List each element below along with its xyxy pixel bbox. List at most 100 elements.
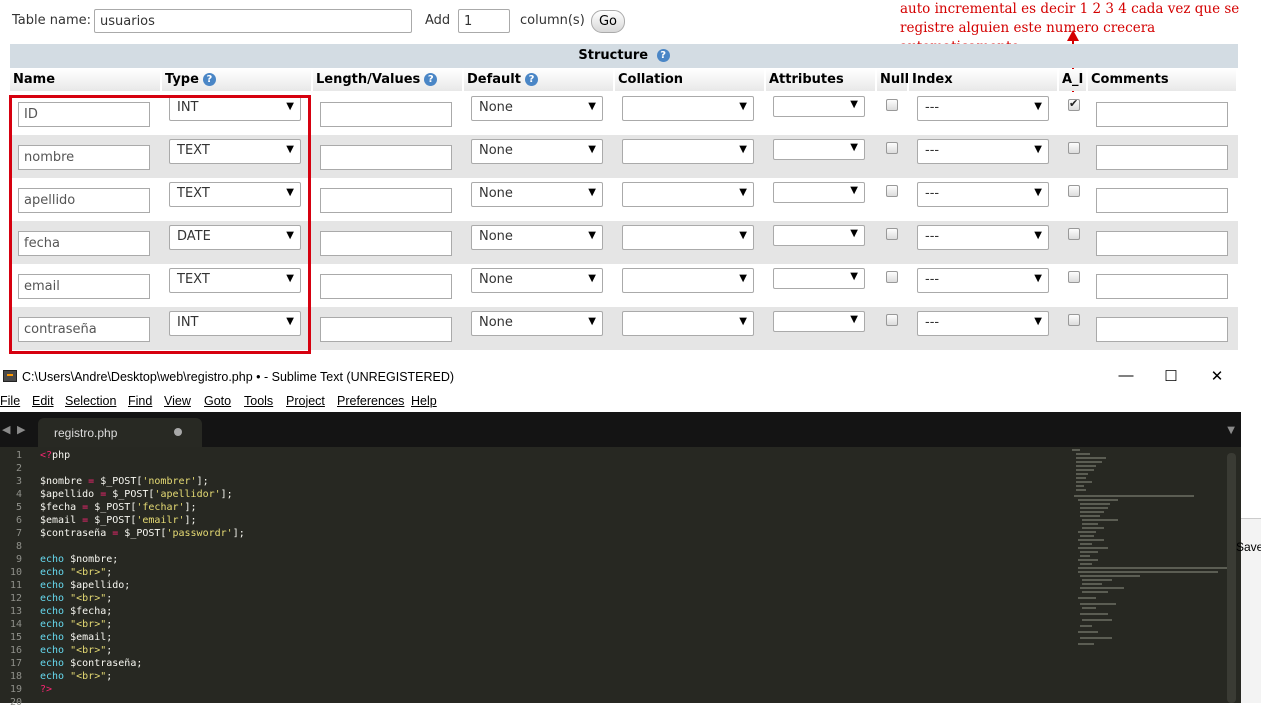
- null-checkbox[interactable]: [886, 228, 898, 240]
- menu-find[interactable]: Find: [128, 394, 152, 408]
- null-checkbox[interactable]: [886, 314, 898, 326]
- index-value: ---: [925, 229, 940, 244]
- index-select[interactable]: --- ▼: [917, 268, 1049, 293]
- attributes-select[interactable]: ▼: [773, 225, 865, 246]
- column-type-select[interactable]: INT ▼: [169, 311, 301, 336]
- collation-select[interactable]: ▼: [622, 182, 754, 207]
- default-select[interactable]: None ▼: [471, 268, 603, 293]
- line-number: 1: [15, 450, 22, 461]
- column-type-select[interactable]: INT ▼: [169, 96, 301, 121]
- sublime-app-icon: [3, 370, 17, 382]
- default-select[interactable]: None ▼: [471, 182, 603, 207]
- background-save-button[interactable]: Save: [1236, 540, 1261, 554]
- tab-dropdown-icon[interactable]: ▼: [1227, 425, 1235, 436]
- add-columns-input[interactable]: [458, 9, 510, 33]
- menu-help[interactable]: Help: [411, 394, 437, 408]
- auto-increment-checkbox[interactable]: [1068, 142, 1080, 154]
- collation-select[interactable]: ▼: [622, 225, 754, 250]
- index-select[interactable]: --- ▼: [917, 139, 1049, 164]
- index-select[interactable]: --- ▼: [917, 311, 1049, 336]
- menu-selection[interactable]: Selection: [65, 394, 116, 408]
- length-values-input[interactable]: [320, 231, 452, 256]
- code-editor[interactable]: 1 2 3 4 5 6 7 8 9 10 11 12 13 14 15 16 17 18 19 20 <?php $n…: [0, 447, 1241, 708]
- length-values-input[interactable]: [320, 274, 452, 299]
- index-select[interactable]: --- ▼: [917, 96, 1049, 121]
- length-values-input[interactable]: [320, 188, 452, 213]
- attributes-select[interactable]: ▼: [773, 311, 865, 332]
- auto-increment-checkbox[interactable]: [1068, 228, 1080, 240]
- collation-select[interactable]: ▼: [622, 96, 754, 121]
- default-select[interactable]: None ▼: [471, 225, 603, 250]
- help-icon[interactable]: ?: [202, 73, 216, 86]
- length-values-input[interactable]: [320, 145, 452, 170]
- index-select[interactable]: --- ▼: [917, 225, 1049, 250]
- code-line: $contraseña = $_POST['passwordr'];: [40, 528, 245, 539]
- default-select[interactable]: None ▼: [471, 96, 603, 121]
- column-type-select[interactable]: TEXT ▼: [169, 268, 301, 293]
- minimap[interactable]: [1072, 447, 1232, 703]
- menu-project[interactable]: Project: [286, 394, 325, 408]
- help-icon[interactable]: ?: [656, 49, 670, 62]
- menu-edit[interactable]: Edit: [32, 394, 54, 408]
- auto-increment-checkbox[interactable]: [1068, 271, 1080, 283]
- column-type-select[interactable]: DATE ▼: [169, 225, 301, 250]
- column-name-input[interactable]: [18, 317, 150, 342]
- column-name-input[interactable]: [18, 145, 150, 170]
- code-line: echo $contraseña;: [40, 658, 143, 669]
- column-name-input[interactable]: [18, 274, 150, 299]
- minimize-icon[interactable]: —: [1116, 367, 1136, 384]
- attributes-select[interactable]: ▼: [773, 139, 865, 160]
- auto-increment-checkbox[interactable]: [1068, 314, 1080, 326]
- collation-select[interactable]: ▼: [622, 311, 754, 336]
- index-value: ---: [925, 186, 940, 201]
- auto-increment-checkbox[interactable]: [1068, 97, 1080, 111]
- unsaved-dot-icon[interactable]: [174, 428, 182, 436]
- collation-select[interactable]: ▼: [622, 268, 754, 293]
- collation-select[interactable]: ▼: [622, 139, 754, 164]
- comments-input[interactable]: [1096, 231, 1228, 256]
- help-icon[interactable]: ?: [524, 73, 538, 86]
- column-name-input[interactable]: [18, 188, 150, 213]
- column-type-select[interactable]: TEXT ▼: [169, 139, 301, 164]
- menu-preferences[interactable]: Preferences: [337, 394, 404, 408]
- null-checkbox[interactable]: [886, 185, 898, 197]
- close-icon[interactable]: ✕: [1207, 367, 1227, 385]
- menu-file[interactable]: File: [0, 394, 20, 408]
- comments-input[interactable]: [1096, 317, 1228, 342]
- column-name-input[interactable]: [18, 102, 150, 127]
- menu-tools[interactable]: Tools: [244, 394, 273, 408]
- length-values-input[interactable]: [320, 102, 452, 127]
- code-content[interactable]: <?php $nombre = $_POST['nombrer']; $apel…: [40, 449, 245, 696]
- null-checkbox[interactable]: [886, 99, 898, 111]
- comments-input[interactable]: [1096, 188, 1228, 213]
- tab-next-icon[interactable]: ▶: [17, 423, 25, 436]
- index-select[interactable]: --- ▼: [917, 182, 1049, 207]
- comments-input[interactable]: [1096, 274, 1228, 299]
- line-number: 12: [9, 593, 22, 604]
- attributes-select[interactable]: ▼: [773, 182, 865, 203]
- comments-input[interactable]: [1096, 145, 1228, 170]
- length-values-input[interactable]: [320, 317, 452, 342]
- code-line: echo "<br>";: [40, 671, 113, 682]
- comments-input[interactable]: [1096, 102, 1228, 127]
- column-type-select[interactable]: TEXT ▼: [169, 182, 301, 207]
- null-checkbox[interactable]: [886, 271, 898, 283]
- default-select[interactable]: None ▼: [471, 311, 603, 336]
- help-icon[interactable]: ?: [424, 73, 438, 86]
- go-button[interactable]: Go: [591, 10, 625, 33]
- attributes-select[interactable]: ▼: [773, 268, 865, 289]
- null-checkbox[interactable]: [886, 142, 898, 154]
- auto-increment-checkbox[interactable]: [1068, 185, 1080, 197]
- attributes-select[interactable]: ▼: [773, 96, 865, 117]
- tab-prev-icon[interactable]: ◀: [2, 423, 10, 436]
- menu-view[interactable]: View: [164, 394, 191, 408]
- vertical-scrollbar[interactable]: [1227, 453, 1236, 703]
- menu-goto[interactable]: Goto: [204, 394, 231, 408]
- default-select[interactable]: None ▼: [471, 139, 603, 164]
- tab-registro-php[interactable]: registro.php: [38, 418, 202, 447]
- table-name-input[interactable]: [94, 9, 412, 33]
- column-name-input[interactable]: [18, 231, 150, 256]
- maximize-icon[interactable]: ☐: [1161, 367, 1181, 385]
- column-type-value: DATE: [177, 229, 211, 244]
- chevron-down-icon: ▼: [588, 101, 596, 112]
